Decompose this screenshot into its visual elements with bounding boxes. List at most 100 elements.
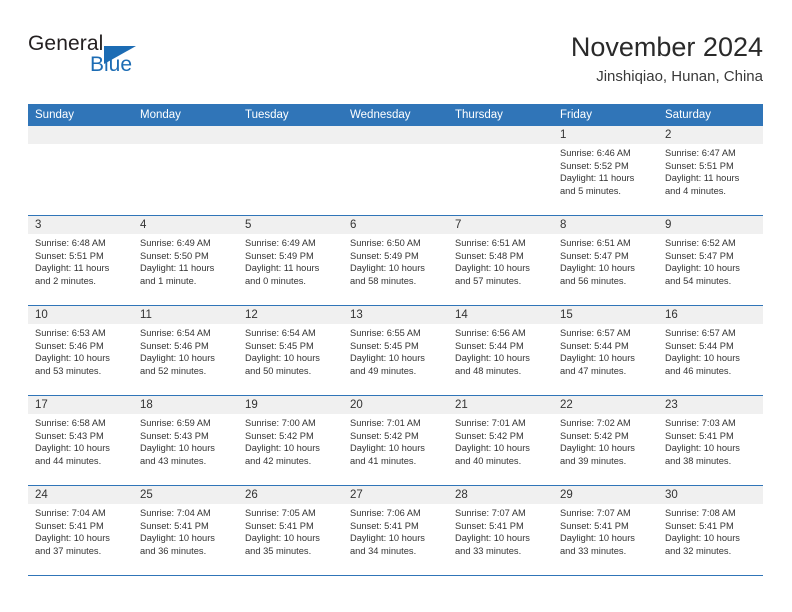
day-details: Sunrise: 6:54 AM Sunset: 5:46 PM Daylight:… xyxy=(133,324,238,377)
day-details: Sunrise: 6:46 AM Sunset: 5:52 PM Daylight:… xyxy=(553,144,658,197)
sunset-text: Sunset: 5:43 PM xyxy=(35,430,104,441)
day-details: Sunrise: 6:58 AM Sunset: 5:43 PM Daylight:… xyxy=(28,414,133,467)
day-details: Sunrise: 7:08 AM Sunset: 5:41 PM Daylight:… xyxy=(658,504,763,557)
day-cell[interactable]: 2 Sunrise: 6:47 AM Sunset: 5:51 PM Daylight… xyxy=(658,126,763,215)
sunset-text: Sunset: 5:42 PM xyxy=(560,430,629,441)
weeks-container: 1 Sunrise: 6:46 AM Sunset: 5:52 PM Daylight… xyxy=(28,126,763,576)
day-number: 17 xyxy=(35,399,48,411)
sunrise-text: Sunrise: 6:56 AM xyxy=(455,328,526,338)
generalblue-logo[interactable]: General Blue xyxy=(28,32,208,88)
day-cell[interactable]: 14 Sunrise: 6:56 AM Sunset: 5:44 PM Dayligh… xyxy=(448,306,553,395)
sunset-text: Sunset: 5:41 PM xyxy=(245,520,314,531)
sunrise-text: Sunrise: 7:07 AM xyxy=(455,508,526,518)
sunrise-text: Sunrise: 6:48 AM xyxy=(35,238,106,248)
day-details: Sunrise: 7:07 AM Sunset: 5:41 PM Daylight:… xyxy=(553,504,658,557)
day-cell[interactable]: 4 Sunrise: 6:49 AM Sunset: 5:50 PM Daylight… xyxy=(133,216,238,305)
day-cell[interactable]: 30 Sunrise: 7:08 AM Sunset: 5:41 PM Dayligh… xyxy=(658,486,763,575)
daylight-text-line2: and 36 minutes. xyxy=(140,545,207,556)
weekday-header-tuesday: Tuesday xyxy=(245,109,289,121)
daylight-text-line1: Daylight: 10 hours xyxy=(455,533,530,544)
day-cell[interactable]: 7 Sunrise: 6:51 AM Sunset: 5:48 PM Daylight… xyxy=(448,216,553,305)
sunrise-text: Sunrise: 6:47 AM xyxy=(665,148,736,158)
day-number: 29 xyxy=(560,489,573,501)
sunrise-text: Sunrise: 7:00 AM xyxy=(245,418,316,428)
day-cell[interactable]: 8 Sunrise: 6:51 AM Sunset: 5:47 PM Daylight… xyxy=(553,216,658,305)
day-cell[interactable]: 28 Sunrise: 7:07 AM Sunset: 5:41 PM Dayligh… xyxy=(448,486,553,575)
sunset-text: Sunset: 5:49 PM xyxy=(350,250,419,261)
day-cell[interactable]: 26 Sunrise: 7:05 AM Sunset: 5:41 PM Dayligh… xyxy=(238,486,343,575)
day-details: Sunrise: 6:54 AM Sunset: 5:45 PM Daylight:… xyxy=(238,324,343,377)
sunrise-text: Sunrise: 6:46 AM xyxy=(560,148,631,158)
day-cell[interactable]: 10 Sunrise: 6:53 AM Sunset: 5:46 PM Dayligh… xyxy=(28,306,133,395)
day-details: Sunrise: 7:00 AM Sunset: 5:42 PM Daylight:… xyxy=(238,414,343,467)
day-details: Sunrise: 6:51 AM Sunset: 5:47 PM Daylight:… xyxy=(553,234,658,287)
sunset-text: Sunset: 5:44 PM xyxy=(665,340,734,351)
day-number: 19 xyxy=(245,399,258,411)
day-details: Sunrise: 7:04 AM Sunset: 5:41 PM Daylight:… xyxy=(28,504,133,557)
day-cell-empty xyxy=(238,126,343,215)
day-number: 18 xyxy=(140,399,153,411)
day-cell[interactable]: 20 Sunrise: 7:01 AM Sunset: 5:42 PM Dayligh… xyxy=(343,396,448,485)
weekday-header-monday: Monday xyxy=(140,109,181,121)
day-details: Sunrise: 7:06 AM Sunset: 5:41 PM Daylight:… xyxy=(343,504,448,557)
sunrise-text: Sunrise: 7:08 AM xyxy=(665,508,736,518)
daylight-text-line2: and 1 minute. xyxy=(140,275,197,286)
sunrise-text: Sunrise: 6:54 AM xyxy=(245,328,316,338)
day-details: Sunrise: 6:57 AM Sunset: 5:44 PM Daylight:… xyxy=(553,324,658,377)
day-cell[interactable]: 29 Sunrise: 7:07 AM Sunset: 5:41 PM Dayligh… xyxy=(553,486,658,575)
day-number-band xyxy=(343,126,448,144)
day-cell[interactable]: 5 Sunrise: 6:49 AM Sunset: 5:49 PM Daylight… xyxy=(238,216,343,305)
day-cell[interactable]: 23 Sunrise: 7:03 AM Sunset: 5:41 PM Dayligh… xyxy=(658,396,763,485)
day-details: Sunrise: 7:05 AM Sunset: 5:41 PM Daylight:… xyxy=(238,504,343,557)
day-cell[interactable]: 3 Sunrise: 6:48 AM Sunset: 5:51 PM Daylight… xyxy=(28,216,133,305)
day-number: 25 xyxy=(140,489,153,501)
day-cell[interactable]: 12 Sunrise: 6:54 AM Sunset: 5:45 PM Dayligh… xyxy=(238,306,343,395)
day-cell-empty xyxy=(133,126,238,215)
sunrise-text: Sunrise: 6:59 AM xyxy=(140,418,211,428)
day-cell[interactable]: 24 Sunrise: 7:04 AM Sunset: 5:41 PM Dayligh… xyxy=(28,486,133,575)
daylight-text-line1: Daylight: 10 hours xyxy=(140,443,215,454)
day-cell[interactable]: 19 Sunrise: 7:00 AM Sunset: 5:42 PM Dayligh… xyxy=(238,396,343,485)
day-cell[interactable]: 1 Sunrise: 6:46 AM Sunset: 5:52 PM Daylight… xyxy=(553,126,658,215)
weekday-header-saturday: Saturday xyxy=(665,109,712,121)
day-cell[interactable]: 13 Sunrise: 6:55 AM Sunset: 5:45 PM Dayligh… xyxy=(343,306,448,395)
day-cell[interactable]: 17 Sunrise: 6:58 AM Sunset: 5:43 PM Dayligh… xyxy=(28,396,133,485)
day-details: Sunrise: 6:48 AM Sunset: 5:51 PM Daylight:… xyxy=(28,234,133,287)
sunset-text: Sunset: 5:45 PM xyxy=(350,340,419,351)
day-cell[interactable]: 27 Sunrise: 7:06 AM Sunset: 5:41 PM Dayligh… xyxy=(343,486,448,575)
day-cell[interactable]: 15 Sunrise: 6:57 AM Sunset: 5:44 PM Dayligh… xyxy=(553,306,658,395)
day-number-band: 18 xyxy=(133,396,238,414)
sunset-text: Sunset: 5:50 PM xyxy=(140,250,209,261)
day-number: 1 xyxy=(560,129,567,141)
weekday-header-thursday: Thursday xyxy=(455,109,503,121)
daylight-text-line2: and 47 minutes. xyxy=(560,365,627,376)
day-number-band: 20 xyxy=(343,396,448,414)
daylight-text-line2: and 58 minutes. xyxy=(350,275,417,286)
day-cell[interactable]: 11 Sunrise: 6:54 AM Sunset: 5:46 PM Dayligh… xyxy=(133,306,238,395)
day-cell[interactable]: 22 Sunrise: 7:02 AM Sunset: 5:42 PM Dayligh… xyxy=(553,396,658,485)
sunrise-text: Sunrise: 6:57 AM xyxy=(665,328,736,338)
day-number-band: 25 xyxy=(133,486,238,504)
day-details: Sunrise: 7:07 AM Sunset: 5:41 PM Daylight:… xyxy=(448,504,553,557)
day-details: Sunrise: 6:53 AM Sunset: 5:46 PM Daylight:… xyxy=(28,324,133,377)
day-number-band: 28 xyxy=(448,486,553,504)
day-cell[interactable]: 6 Sunrise: 6:50 AM Sunset: 5:49 PM Daylight… xyxy=(343,216,448,305)
day-number: 30 xyxy=(665,489,678,501)
day-details: Sunrise: 6:56 AM Sunset: 5:44 PM Daylight:… xyxy=(448,324,553,377)
sunset-text: Sunset: 5:41 PM xyxy=(350,520,419,531)
day-cell[interactable]: 21 Sunrise: 7:01 AM Sunset: 5:42 PM Dayligh… xyxy=(448,396,553,485)
calendar-grid: Sunday Monday Tuesday Wednesday Thursday… xyxy=(28,104,763,576)
week-row: 1 Sunrise: 6:46 AM Sunset: 5:52 PM Daylight… xyxy=(28,126,763,216)
day-number-band: 3 xyxy=(28,216,133,234)
logo-text-blue: Blue xyxy=(90,53,133,76)
day-details: Sunrise: 7:01 AM Sunset: 5:42 PM Daylight:… xyxy=(448,414,553,467)
daylight-text-line2: and 33 minutes. xyxy=(560,545,627,556)
day-details: Sunrise: 6:51 AM Sunset: 5:48 PM Daylight:… xyxy=(448,234,553,287)
day-cell[interactable]: 9 Sunrise: 6:52 AM Sunset: 5:47 PM Daylight… xyxy=(658,216,763,305)
sunset-text: Sunset: 5:43 PM xyxy=(140,430,209,441)
day-cell[interactable]: 18 Sunrise: 6:59 AM Sunset: 5:43 PM Dayligh… xyxy=(133,396,238,485)
day-cell[interactable]: 16 Sunrise: 6:57 AM Sunset: 5:44 PM Dayligh… xyxy=(658,306,763,395)
weekday-header-sunday: Sunday xyxy=(35,109,75,121)
day-cell[interactable]: 25 Sunrise: 7:04 AM Sunset: 5:41 PM Dayligh… xyxy=(133,486,238,575)
day-number: 11 xyxy=(140,309,152,321)
